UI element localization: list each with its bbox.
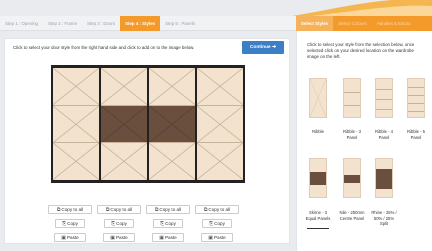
copy-icon: ⧉	[203, 206, 208, 213]
paste-label: Paste	[164, 235, 177, 240]
door-2-panel-bottom[interactable]	[101, 143, 147, 181]
door-1-panel-bottom[interactable]	[53, 143, 99, 181]
copy-to-all-label: Copy to all	[61, 207, 84, 212]
style-label-nile: Nile - 250mm Centre Panel	[339, 210, 365, 221]
door-1[interactable]	[53, 68, 99, 181]
copy-label: Copy	[116, 221, 127, 226]
tab-handles-extras[interactable]: Handles & Extras	[372, 16, 416, 31]
door-1-panel-middle[interactable]	[53, 105, 99, 144]
copy-icon: ⎘	[111, 220, 116, 227]
style-swatch-nile[interactable]	[343, 158, 361, 198]
door-2-copy-to-all-button[interactable]: ⧉ Copy to all	[97, 205, 141, 214]
step-navigation: Step 1 : Opening Step 2 : Frame Step 3 :…	[0, 15, 296, 31]
paste-icon: ▣	[208, 234, 213, 241]
style-instruction: Click to select your style from the sele…	[307, 42, 415, 59]
copy-icon: ⎘	[62, 220, 67, 227]
door-4-copy-to-all-button[interactable]: ⧉ Copy to all	[195, 205, 239, 214]
step-panels[interactable]: Step 5 : Panels	[160, 16, 200, 31]
step-opening[interactable]: Step 1 : Opening	[0, 16, 43, 31]
paste-icon: ▣	[61, 234, 66, 241]
door-2-paste-button[interactable]: ▣ Paste	[103, 233, 135, 242]
door-4-actions: ⧉ Copy to all ⎘ Copy ▣ Paste	[195, 205, 239, 242]
door-4-paste-button[interactable]: ▣ Paste	[201, 233, 233, 242]
style-label-ribble: Ribble	[312, 129, 324, 134]
step-frame[interactable]: Step 2 : Frame	[43, 16, 82, 31]
door-2-panel-middle[interactable]	[101, 105, 147, 144]
wardrobe-designer-panel: Click to select your door style from the…	[4, 38, 290, 244]
continue-button[interactable]: Continue ➔	[242, 41, 284, 54]
door-1-copy-to-all-button[interactable]: ⧉ Copy to all	[48, 205, 92, 214]
copy-label: Copy	[165, 221, 176, 226]
door-4-panel-middle[interactable]	[197, 105, 243, 144]
copy-icon: ⧉	[154, 206, 159, 213]
door-3-paste-button[interactable]: ▣ Paste	[152, 233, 184, 242]
style-label-ribble-3-panel: Ribble - 3 Panel	[343, 129, 361, 140]
wardrobe-preview	[51, 65, 245, 183]
tab-select-colours[interactable]: Select Colours	[333, 16, 372, 31]
tab-select-styles[interactable]: Select Styles	[296, 16, 334, 31]
style-label-ribble-4-panel: Ribble - 4 Panel	[375, 129, 393, 140]
style-swatch-ribble-5-panel[interactable]	[407, 78, 425, 118]
style-swatch-ribble-4-panel[interactable]	[375, 78, 393, 118]
style-swatch-ribble-3-panel[interactable]	[343, 78, 361, 118]
paste-label: Paste	[115, 235, 128, 240]
copy-label: Copy	[214, 221, 225, 226]
style-label-rhine: Rhine - 25% / 50% / 25% Split	[371, 210, 397, 226]
door-1-actions: ⧉ Copy to all ⎘ Copy ▣ Paste	[48, 205, 92, 242]
style-label-skirne: Skirne - 3 Equal Panels	[305, 210, 331, 221]
style-selection-panel: Click to select your style from the sele…	[296, 31, 432, 251]
door-2-panel-top[interactable]	[101, 68, 147, 106]
designer-instruction: Click to select your door style from the…	[13, 45, 195, 50]
step-styles[interactable]: Step 4 : Styles	[120, 15, 161, 31]
door-4-panel-bottom[interactable]	[197, 143, 243, 181]
copy-to-all-label: Copy to all	[208, 207, 231, 212]
door-2-actions: ⧉ Copy to all ⎘ Copy ▣ Paste	[97, 205, 141, 242]
door-1-copy-button[interactable]: ⎘ Copy	[55, 219, 85, 228]
door-3-panel-top[interactable]	[149, 68, 195, 106]
door-3-copy-button[interactable]: ⎘ Copy	[153, 219, 183, 228]
door-3-panel-bottom[interactable]	[149, 143, 195, 181]
copy-to-all-label: Copy to all	[159, 207, 182, 212]
style-swatch-rhine[interactable]	[375, 158, 393, 198]
door-4-copy-button[interactable]: ⎘ Copy	[202, 219, 232, 228]
door-2-copy-button[interactable]: ⎘ Copy	[104, 219, 134, 228]
copy-icon: ⎘	[209, 220, 214, 227]
door-3-actions: ⧉ Copy to all ⎘ Copy ▣ Paste	[146, 205, 190, 242]
selected-style-underline	[307, 228, 329, 229]
copy-to-all-label: Copy to all	[110, 207, 133, 212]
door-4[interactable]	[197, 68, 243, 181]
copy-icon: ⎘	[160, 220, 165, 227]
paste-icon: ▣	[159, 234, 164, 241]
copy-icon: ⧉	[105, 206, 110, 213]
step-doors[interactable]: Step 3 : Doors	[82, 16, 120, 31]
door-1-panel-top[interactable]	[53, 68, 99, 106]
door-2[interactable]	[101, 68, 147, 181]
copy-icon: ⧉	[56, 206, 61, 213]
paste-icon: ▣	[110, 234, 115, 241]
copy-label: Copy	[67, 221, 78, 226]
options-tabs: Select Styles Select Colours Handles & E…	[296, 16, 432, 31]
door-3-copy-to-all-button[interactable]: ⧉ Copy to all	[146, 205, 190, 214]
door-3-panel-middle[interactable]	[149, 105, 195, 144]
paste-label: Paste	[213, 235, 226, 240]
door-3[interactable]	[149, 68, 195, 181]
style-label-ribble-5-panel: Ribble - 5 Panel	[407, 129, 425, 140]
style-swatch-skirne[interactable]	[309, 158, 327, 198]
door-4-panel-top[interactable]	[197, 68, 243, 106]
style-swatch-ribble[interactable]	[309, 78, 327, 118]
door-1-paste-button[interactable]: ▣ Paste	[54, 233, 86, 242]
paste-label: Paste	[66, 235, 79, 240]
